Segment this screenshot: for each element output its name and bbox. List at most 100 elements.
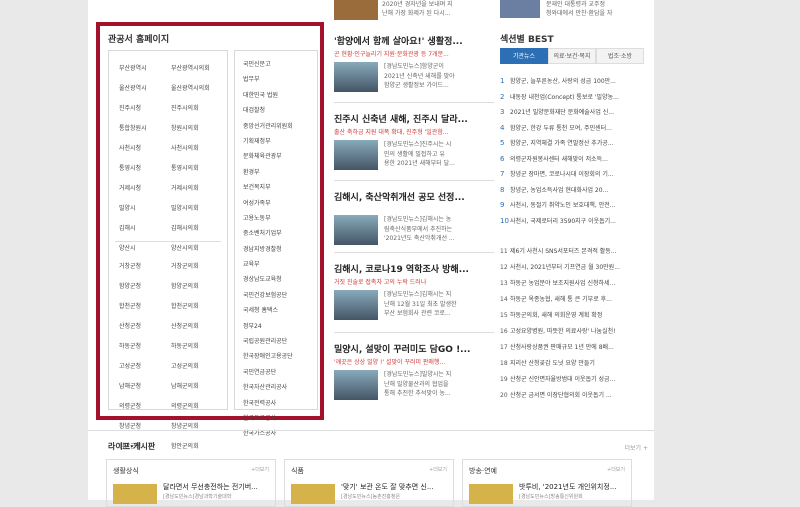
gov-site-link[interactable]: 국민신문고 xyxy=(243,57,319,72)
gov-site-link[interactable]: 합천군의회 xyxy=(171,297,223,317)
gov-site-link[interactable]: 거제시의회 xyxy=(171,179,223,199)
gov-site-link[interactable]: 양산시의회 xyxy=(171,239,223,259)
gov-site-link[interactable]: 거제시청 xyxy=(119,179,171,199)
gov-site-link[interactable]: 진주시의회 xyxy=(171,99,223,119)
news-thumbnail[interactable] xyxy=(334,215,378,245)
news-summary[interactable]: [경남도민뉴스]밀양시는 지 난해 밀양물산과의 협업을 통해 추진한 추석맞이 농… xyxy=(384,370,494,400)
gov-site-link[interactable]: 국립공원관리공단 xyxy=(243,334,319,349)
life-card-more-link[interactable]: +더보기 xyxy=(429,466,447,473)
gov-site-link[interactable]: 하동군의회 xyxy=(171,337,223,357)
gov-site-link[interactable]: 산청군청 xyxy=(119,317,171,337)
gov-site-link[interactable]: 통영시청 xyxy=(119,159,171,179)
life-card-thumbnail[interactable] xyxy=(469,484,513,504)
gov-site-link[interactable]: 부산광역시 xyxy=(119,59,171,79)
gov-site-link[interactable]: 밀양시의회 xyxy=(171,199,223,219)
news-summary[interactable]: [경남도민뉴스]김해시는 지 난해 12월 31일 최초 발생한 부산 보험회사 관… xyxy=(384,290,494,320)
top-right-thumbnail[interactable] xyxy=(500,0,540,18)
gov-site-link[interactable]: 한국자산관리공사 xyxy=(243,380,319,395)
top-news-thumbnail[interactable] xyxy=(334,0,378,20)
tab-agency-news[interactable]: 기관뉴스 xyxy=(500,48,548,64)
best-item[interactable]: 20 산청군 금서면 이장단협의회 이웃돕기 ... xyxy=(500,388,650,404)
best-item[interactable]: 17 산청사랑상품권 판매규모 1년 만에 8배... xyxy=(500,340,650,356)
gov-site-link[interactable]: 문화체육관광부 xyxy=(243,149,319,164)
best-item[interactable]: 8 창녕군, 농업소득사업 현대화사업 20... xyxy=(500,183,650,199)
best-item[interactable]: 13 하동군 농업분야 보조지원사업 신청하세... xyxy=(500,276,650,292)
life-board-more-link[interactable]: 더보기 + xyxy=(625,443,649,452)
gov-site-link[interactable]: 산청군의회 xyxy=(171,317,223,337)
gov-site-link[interactable]: 한국전력공사 xyxy=(243,396,319,411)
gov-site-link[interactable]: 함양군의회 xyxy=(171,277,223,297)
news-summary[interactable]: [경남도민뉴스]진주시는 시 민의 생활에 밀접하고 유 용한 2021년 새해부터… xyxy=(384,140,494,170)
top-right-snippet[interactable]: 문재인 대통령과 교주정 청와대에서 만찬·환담을 자 xyxy=(546,0,612,18)
best-item[interactable]: 14 하동군 옥종농협, 새해 통 큰 기부로 후... xyxy=(500,292,650,308)
gov-site-link[interactable]: 거창군청 xyxy=(119,257,171,277)
gov-site-link[interactable]: 대검찰청 xyxy=(243,103,319,118)
gov-site-link[interactable]: 사천시청 xyxy=(119,139,171,159)
gov-site-link[interactable]: 양산시 xyxy=(119,239,171,259)
best-item[interactable]: 3 2021년 밀양문화재단 문화예술사업 신... xyxy=(500,105,650,121)
tab-law-fire[interactable]: 법조·소방 xyxy=(596,48,644,64)
gov-site-link[interactable]: 진주시청 xyxy=(119,99,171,119)
gov-site-link[interactable]: 김해시 xyxy=(119,219,171,239)
gov-site-link[interactable]: 여성가족부 xyxy=(243,196,319,211)
gov-site-link[interactable]: 대한민국 법원 xyxy=(243,88,319,103)
top-news-snippet[interactable]: 2020년 경자년을 보내며 지 난해 가장 화제가 된 다시... xyxy=(382,0,453,18)
life-card-more-link[interactable]: +더보기 xyxy=(607,466,625,473)
best-item[interactable]: 9 사천시, 동절기 취약노인 보호대책, 안전... xyxy=(500,198,650,214)
gov-site-link[interactable]: 중앙선거관리위원회 xyxy=(243,119,319,134)
best-item[interactable]: 5 함양군, 지역체결 가족 연말정산 추가공... xyxy=(500,136,650,152)
gov-site-link[interactable]: 함양군청 xyxy=(119,277,171,297)
gov-site-link[interactable]: 고성군의회 xyxy=(171,357,223,377)
news-summary[interactable]: [경남도민뉴스]김해시는 농 림축산식품부에서 추진하는 '2021년도 축산악취개… xyxy=(384,215,494,245)
best-item[interactable]: 6 의령군자원봉사센터 새해맞이 저소득... xyxy=(500,152,650,168)
gov-site-link[interactable]: 의령군청 xyxy=(119,397,171,417)
best-item[interactable]: 7 창녕군 장마면, 코로나시대 이장회의 기... xyxy=(500,167,650,183)
gov-site-link[interactable]: 남해군의회 xyxy=(171,377,223,397)
best-item[interactable]: 16 고성요양병원, 따뜻한 의료사랑' 나눔실천! xyxy=(500,324,650,340)
life-card-thumbnail[interactable] xyxy=(291,484,335,504)
gov-site-link[interactable]: 남해군청 xyxy=(119,377,171,397)
best-item[interactable]: 18 지리산 산청곶감 도넛 요양 만들기 xyxy=(500,356,650,372)
gov-site-link[interactable]: 울산광역시의회 xyxy=(171,79,223,99)
gov-site-link[interactable]: 국민연금공단 xyxy=(243,365,319,380)
best-item[interactable]: 2 내동장 내천업(Concept) 통보로 '밀양농... xyxy=(500,90,650,106)
gov-site-link[interactable]: 거창군의회 xyxy=(171,257,223,277)
gov-site-link[interactable]: 국민건강보험공단 xyxy=(243,288,319,303)
gov-site-link[interactable]: 울산광역시 xyxy=(119,79,171,99)
gov-site-link[interactable]: 통영시의회 xyxy=(171,159,223,179)
gov-site-link[interactable]: 법무부 xyxy=(243,72,319,87)
news-thumbnail[interactable] xyxy=(334,370,378,400)
gov-site-link[interactable]: 하동군청 xyxy=(119,337,171,357)
gov-site-link[interactable]: 환경부 xyxy=(243,165,319,180)
gov-site-link[interactable]: 교육부 xyxy=(243,257,319,272)
news-thumbnail[interactable] xyxy=(334,62,378,92)
news-thumbnail[interactable] xyxy=(334,140,378,170)
gov-site-link[interactable]: 밀양시 xyxy=(119,199,171,219)
gov-site-link[interactable]: 고용노동부 xyxy=(243,211,319,226)
gov-site-link[interactable]: 기획재정부 xyxy=(243,134,319,149)
best-item[interactable]: 4 함양군, 한강 두류 통천 모여, 주민센터... xyxy=(500,121,650,137)
life-card-headline[interactable]: 밧투비, '2021년도 개인위치정... xyxy=(519,482,627,492)
life-card-thumbnail[interactable] xyxy=(113,484,157,504)
gov-site-link[interactable]: 부산광역시의회 xyxy=(171,59,223,79)
gov-site-link[interactable]: 한국장애인고용공단 xyxy=(243,349,319,364)
gov-site-link[interactable]: 사천시의회 xyxy=(171,139,223,159)
life-card-headline[interactable]: 달라면서 무선충전하는 전기버... xyxy=(163,482,271,492)
gov-site-link[interactable]: 의령군의회 xyxy=(171,397,223,417)
best-item[interactable]: 10 사천시, 국제로터리 3590지구 이웃돕기... xyxy=(500,214,650,230)
news-summary[interactable]: [경남도민뉴스]함양군이 2021년 신축년 새해를 맞아 함양군 생활정보 가이드… xyxy=(384,62,494,92)
gov-site-link[interactable]: 합천군청 xyxy=(119,297,171,317)
best-item[interactable]: 15 하동군의회, 새해 의회운영 계획 확정 xyxy=(500,308,650,324)
best-item[interactable]: 12 사천시, 2021년부터 기프연금 월 30만원... xyxy=(500,260,650,276)
tab-medical-welfare[interactable]: 의료·보건·복지 xyxy=(548,48,596,64)
best-item[interactable]: 1 함양군, 늘푸른농산, 사랑의 성금 100만... xyxy=(500,74,650,90)
best-item[interactable]: 19 산청군 신안면자율방범대 이웃돕기 성금... xyxy=(500,372,650,388)
gov-site-link[interactable]: 정부24 xyxy=(243,319,319,334)
news-thumbnail[interactable] xyxy=(334,290,378,320)
gov-site-link[interactable]: 국세청 홈택스 xyxy=(243,303,319,318)
gov-site-link[interactable]: 보건복지부 xyxy=(243,180,319,195)
gov-site-link[interactable]: 고성군청 xyxy=(119,357,171,377)
gov-site-link[interactable]: 한국토로공사 xyxy=(243,411,319,426)
gov-site-link[interactable]: 창원시의회 xyxy=(171,119,223,139)
gov-site-link[interactable]: 김해시의회 xyxy=(171,219,223,239)
